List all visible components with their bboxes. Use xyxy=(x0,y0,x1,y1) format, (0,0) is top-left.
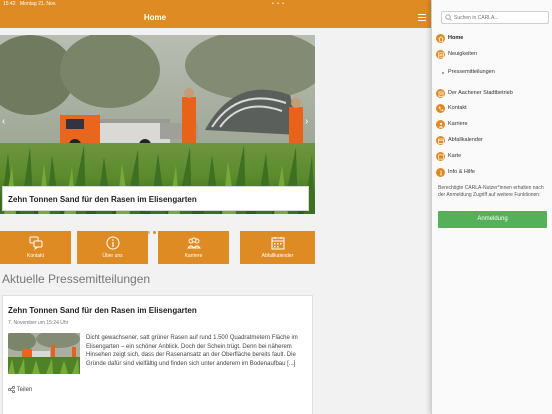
press-date: 7. November um 15:24 Uhr xyxy=(8,320,69,326)
news-icon xyxy=(436,50,445,59)
share-icon xyxy=(8,385,15,394)
sidebar-item-label: Karriere xyxy=(448,121,468,127)
multitask-dots-icon[interactable]: • • • xyxy=(272,0,285,8)
sidebar-item-label: Karte xyxy=(448,153,462,159)
quick-links: Kontakt Über uns Karriere Abfallkalender xyxy=(0,231,315,264)
phone-icon xyxy=(436,104,445,113)
tile-label: Karriere xyxy=(184,253,203,259)
calendar-icon xyxy=(271,237,284,250)
sidebar-item-abfallkalender[interactable]: Abfallkalender xyxy=(436,136,548,147)
sidebar-item-info-hilfe[interactable]: Info & Hilfe xyxy=(436,168,548,179)
person-icon xyxy=(436,120,445,129)
info-icon xyxy=(106,236,119,250)
status-bar: 15:42 Montag 21. Nov. • • • xyxy=(0,0,431,8)
press-thumbnail[interactable] xyxy=(8,333,80,374)
sidebar-item-label: Abfallkalender xyxy=(448,137,483,143)
search-icon xyxy=(445,14,452,21)
sidebar-item-karriere[interactable]: Karriere xyxy=(436,120,548,131)
tile-label: Kontakt xyxy=(27,253,44,259)
map-icon xyxy=(436,152,445,161)
sidebar-item-label: Pressemitteilungen xyxy=(448,69,495,75)
sidebar-item-neuigkeiten[interactable]: Neuigkeiten xyxy=(436,50,548,61)
nav-bar: Home xyxy=(0,8,431,28)
status-time: 15:42 xyxy=(3,1,16,7)
press-card[interactable]: Zehn Tonnen Sand für den Rasen im Elisen… xyxy=(2,295,313,414)
page-title: Home xyxy=(143,13,167,22)
press-title[interactable]: Zehn Tonnen Sand für den Rasen im Elisen… xyxy=(8,306,197,315)
login-info-text: Berechtigte CARLA-Nutzer*innen erhalten … xyxy=(438,185,544,198)
hamburger-menu-icon[interactable] xyxy=(418,14,426,21)
section-title: Aktuelle Pressemitteilungen xyxy=(2,272,151,286)
sidebar-item-kontakt[interactable]: Kontakt xyxy=(436,104,548,115)
sidebar-item-label: Info & Hilfe xyxy=(448,169,475,175)
hero-caption-text: Zehn Tonnen Sand für den Rasen im Elisen… xyxy=(8,195,197,204)
sidebar-item-home[interactable]: Home xyxy=(436,34,548,45)
tile-label: Über uns xyxy=(102,253,123,259)
sidebar-item-label: Kontakt xyxy=(448,105,467,111)
search-box[interactable] xyxy=(441,11,549,24)
tile-label: Abfallkalender xyxy=(261,253,294,259)
status-date: Montag 21. Nov. xyxy=(20,1,57,7)
search-input[interactable] xyxy=(454,13,546,22)
main-pane: 15:42 Montag 21. Nov. • • • Home ‹ › Zeh… xyxy=(0,0,431,414)
sidebar-item-aachener-stadtbetrieb[interactable]: Der Aachener Stadtbetrieb xyxy=(436,89,548,100)
sidebar-item-label: Der Aachener Stadtbetrieb xyxy=(448,90,513,96)
press-thumbnail-image xyxy=(8,333,80,374)
tile-karriere[interactable]: Karriere xyxy=(158,231,229,264)
carousel-next-icon[interactable]: › xyxy=(305,117,308,127)
tile-ueber-uns[interactable]: Über uns xyxy=(77,231,148,264)
sidebar-item-label: Home xyxy=(448,35,464,41)
carousel-pager[interactable] xyxy=(147,221,165,234)
info-icon xyxy=(436,168,445,177)
hero-caption[interactable]: Zehn Tonnen Sand für den Rasen im Elisen… xyxy=(2,186,309,211)
share-button[interactable]: Teilen xyxy=(8,385,33,394)
building-icon xyxy=(436,89,445,98)
press-excerpt: Dicht gewachsener, satt grüner Rasen auf… xyxy=(86,335,298,367)
tile-kontakt[interactable]: Kontakt xyxy=(0,231,71,264)
login-button[interactable]: Anmeldung xyxy=(438,211,547,228)
bullet-icon xyxy=(442,72,444,74)
sidebar-item-karte[interactable]: Karte xyxy=(436,152,548,163)
tile-abfallkalender[interactable]: Abfallkalender xyxy=(240,231,315,264)
calendar-icon xyxy=(436,136,445,145)
share-label: Teilen xyxy=(16,387,33,394)
home-icon xyxy=(436,34,445,43)
chat-icon xyxy=(29,236,42,250)
sidebar: Home Neuigkeiten Pressemitteilungen Der … xyxy=(431,0,552,414)
people-icon xyxy=(186,237,201,249)
carousel-prev-icon[interactable]: ‹ xyxy=(2,117,5,127)
sidebar-item-label: Neuigkeiten xyxy=(448,51,478,57)
